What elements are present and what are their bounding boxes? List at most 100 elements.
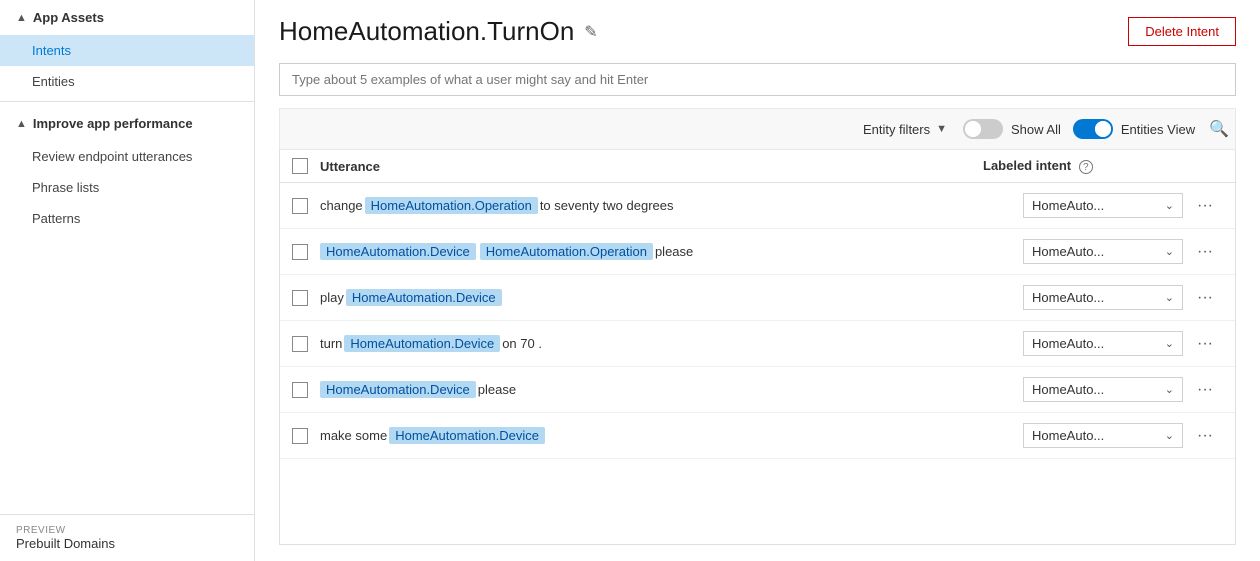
show-all-toggle[interactable]: [963, 119, 1003, 139]
utterance-col-header: Utterance: [320, 159, 983, 174]
utterance-text: make some HomeAutomation.Device: [320, 427, 1023, 444]
sidebar-item-intents[interactable]: Intents: [0, 35, 254, 66]
header-check-col: [292, 158, 320, 174]
utterance-search-input[interactable]: [279, 63, 1236, 96]
sidebar-item-entities-label: Entities: [32, 74, 75, 89]
sidebar-section-app-assets[interactable]: ▲ App Assets: [0, 0, 254, 35]
show-all-toggle-slider: [963, 119, 1003, 139]
row-checkbox-col: [292, 198, 320, 214]
utterance-text: turn HomeAutomation.Device on 70 .: [320, 335, 1023, 352]
row-checkbox[interactable]: [292, 244, 308, 260]
entity-tag[interactable]: HomeAutomation.Device: [344, 335, 500, 352]
entity-tag[interactable]: HomeAutomation.Operation: [365, 197, 538, 214]
row-checkbox[interactable]: [292, 382, 308, 398]
edit-icon[interactable]: ✎: [584, 22, 597, 42]
utterance-text: play HomeAutomation.Device: [320, 289, 1023, 306]
intent-dropdown-label: HomeAuto...: [1032, 198, 1161, 213]
row-checkbox-col: [292, 382, 320, 398]
table-row: play HomeAutomation.DeviceHomeAuto...⌄··…: [280, 275, 1235, 321]
intent-dropdown[interactable]: HomeAuto...⌄: [1023, 423, 1183, 448]
app-assets-label: App Assets: [33, 10, 104, 25]
intent-dropdown[interactable]: HomeAuto... ⌄: [1023, 377, 1183, 402]
main-content: HomeAutomation.TurnOn ✎ Delete Intent En…: [255, 0, 1260, 561]
utterance-plain-text: on 70 .: [502, 336, 542, 351]
entity-filters-button[interactable]: Entity filters ▼: [859, 120, 951, 139]
chevron-icon-improve: ▲: [16, 118, 27, 130]
entity-tag[interactable]: HomeAutomation.Device: [320, 381, 476, 398]
sidebar: ▲ App Assets Intents Entities ▲ Improve …: [0, 0, 255, 561]
row-checkbox[interactable]: [292, 290, 308, 306]
more-actions-button[interactable]: ···: [1187, 243, 1223, 261]
dropdown-chevron-icon: ⌄: [1165, 291, 1174, 304]
row-checkbox-col: [292, 244, 320, 260]
chevron-icon: ▲: [16, 12, 27, 24]
sidebar-bottom-prebuilt[interactable]: PREVIEW Prebuilt Domains: [0, 514, 254, 561]
intent-dropdown[interactable]: HomeAuto...⌄: [1023, 239, 1183, 264]
table-row: change HomeAutomation.Operation to seven…: [280, 183, 1235, 229]
intent-dropdown[interactable]: HomeAuto...⌄: [1023, 285, 1183, 310]
utterance-plain-text: turn: [320, 336, 342, 351]
patterns-label: Patterns: [32, 211, 80, 226]
entities-view-toggle-slider: [1073, 119, 1113, 139]
help-icon[interactable]: ?: [1079, 160, 1093, 174]
page-title: HomeAutomation.TurnOn ✎: [279, 16, 598, 47]
review-label: Review endpoint utterances: [32, 149, 192, 164]
utterance-text: change HomeAutomation.Operation to seven…: [320, 197, 1023, 214]
improve-label: Improve app performance: [33, 116, 193, 131]
sidebar-section-improve[interactable]: ▲ Improve app performance: [0, 106, 254, 141]
search-icon[interactable]: 🔍: [1207, 117, 1231, 141]
entity-tag[interactable]: HomeAutomation.Device: [389, 427, 545, 444]
table-header: Utterance Labeled intent ?: [280, 150, 1235, 183]
entity-tag[interactable]: HomeAutomation.Operation: [480, 243, 653, 260]
sidebar-divider: [0, 101, 254, 102]
intent-dropdown-label: HomeAuto...: [1032, 336, 1161, 351]
table-row: HomeAutomation.Device pleaseHomeAuto...⌄…: [280, 367, 1235, 413]
intent-dropdown[interactable]: HomeAuto... ⌄: [1023, 331, 1183, 356]
entity-tag[interactable]: HomeAutomation.Device: [346, 289, 502, 306]
intent-dropdown-label: HomeAuto...: [1032, 382, 1161, 397]
utterance-text: HomeAutomation.Device HomeAutomation.Ope…: [320, 243, 1023, 260]
sidebar-item-review[interactable]: Review endpoint utterances: [0, 141, 254, 172]
row-checkbox-col: [292, 428, 320, 444]
utterance-plain-text: change: [320, 198, 363, 213]
show-all-toggle-container: Show All: [963, 119, 1061, 139]
table-row: turn HomeAutomation.Device on 70 .HomeAu…: [280, 321, 1235, 367]
delete-intent-button[interactable]: Delete Intent: [1128, 17, 1236, 46]
utterances-table: Utterance Labeled intent ? change HomeAu…: [279, 150, 1236, 545]
intent-dropdown-label: HomeAuto...: [1032, 428, 1161, 443]
sidebar-spacer: [0, 234, 254, 514]
sidebar-item-phrase[interactable]: Phrase lists: [0, 172, 254, 203]
intent-col-label: Labeled intent: [983, 158, 1071, 173]
intent-col-header: Labeled intent ?: [983, 158, 1183, 174]
row-checkbox[interactable]: [292, 198, 308, 214]
entity-tag[interactable]: HomeAutomation.Device: [320, 243, 476, 260]
show-all-label: Show All: [1011, 122, 1061, 137]
dropdown-chevron-icon: ⌄: [1165, 337, 1174, 350]
main-header: HomeAutomation.TurnOn ✎ Delete Intent: [279, 16, 1236, 47]
entity-filters-chevron-icon: ▼: [936, 123, 947, 135]
header-checkbox[interactable]: [292, 158, 308, 174]
filter-bar: Entity filters ▼ Show All Entities View …: [279, 108, 1236, 150]
table-body: change HomeAutomation.Operation to seven…: [280, 183, 1235, 459]
entities-view-label: Entities View: [1121, 122, 1195, 137]
sidebar-item-patterns[interactable]: Patterns: [0, 203, 254, 234]
sidebar-item-entities[interactable]: Entities: [0, 66, 254, 97]
more-actions-button[interactable]: ···: [1187, 427, 1223, 445]
intent-dropdown[interactable]: HomeAuto... ⌄: [1023, 193, 1183, 218]
prebuilt-domains-label: Prebuilt Domains: [16, 536, 115, 551]
utterance-plain-text: play: [320, 290, 344, 305]
utterance-plain-text: to seventy two degrees: [540, 198, 674, 213]
entities-view-toggle[interactable]: [1073, 119, 1113, 139]
dropdown-chevron-icon: ⌄: [1165, 199, 1174, 212]
more-actions-button[interactable]: ···: [1187, 289, 1223, 307]
row-checkbox[interactable]: [292, 336, 308, 352]
more-actions-button[interactable]: ···: [1187, 197, 1223, 215]
intent-title-text: HomeAutomation.TurnOn: [279, 16, 574, 47]
utterance-plain-text: please: [655, 244, 693, 259]
more-actions-button[interactable]: ···: [1187, 335, 1223, 353]
more-actions-button[interactable]: ···: [1187, 381, 1223, 399]
dropdown-chevron-icon: ⌄: [1165, 383, 1174, 396]
row-checkbox[interactable]: [292, 428, 308, 444]
table-row: HomeAutomation.Device HomeAutomation.Ope…: [280, 229, 1235, 275]
intent-dropdown-label: HomeAuto...: [1032, 244, 1161, 259]
